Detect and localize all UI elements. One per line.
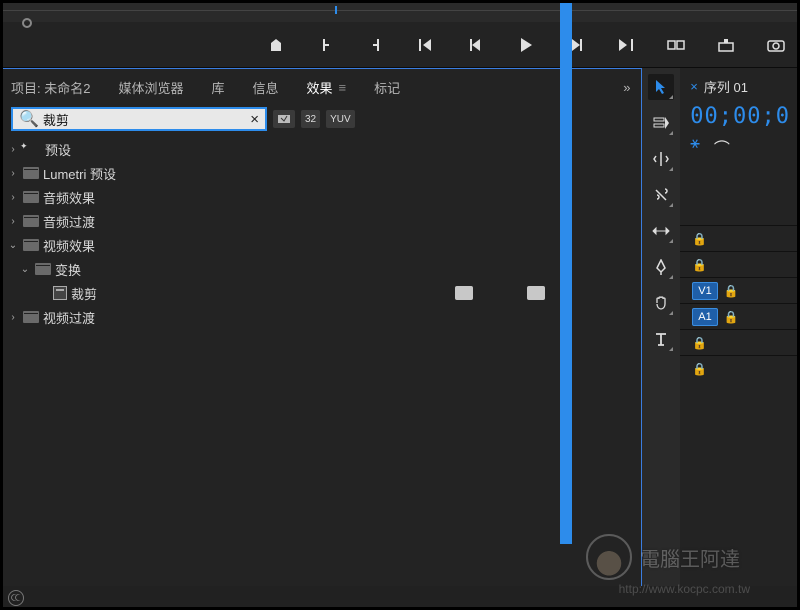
tab-markers[interactable]: 标记: [374, 78, 400, 97]
effects-panel: 项目: 未命名2 媒体浏览器 库 信息 效果 ≡ 标记 » 🔍 × 32 YUV…: [0, 68, 642, 610]
track-headers: 🔒 🔒 V1 🔒 A1 🔒 🔒 🔒: [680, 165, 800, 381]
track-header-a1[interactable]: A1 🔒: [680, 303, 800, 329]
lock-icon[interactable]: 🔒: [724, 284, 738, 298]
track-header[interactable]: 🔒: [680, 355, 800, 381]
track-target-a1[interactable]: A1: [692, 308, 717, 326]
32bit-filter[interactable]: 32: [301, 110, 320, 128]
accelerated-fx-filter[interactable]: [273, 110, 295, 128]
track-target-v1[interactable]: V1: [692, 282, 717, 300]
effects-search-input[interactable]: 🔍 ×: [11, 107, 267, 131]
timecode-display[interactable]: 00;00;0: [680, 104, 800, 129]
tree-lumetri[interactable]: ›Lumetri 预设: [1, 161, 641, 185]
pen-tool[interactable]: [648, 254, 674, 280]
ripple-edit-tool[interactable]: [648, 146, 674, 172]
play-button[interactable]: [516, 35, 536, 55]
insert-button[interactable]: [666, 35, 686, 55]
tab-library[interactable]: 库: [211, 78, 224, 97]
tree-audio-effects[interactable]: ›音频效果: [1, 185, 641, 209]
track-header[interactable]: 🔒: [680, 251, 800, 277]
type-tool[interactable]: [648, 326, 674, 352]
sequence-tab[interactable]: 序列 01: [704, 77, 748, 96]
track-select-tool[interactable]: [648, 110, 674, 136]
tree-audio-transitions[interactable]: ›音频过渡: [1, 209, 641, 233]
add-marker-button[interactable]: [266, 35, 286, 55]
lock-icon[interactable]: 🔒: [692, 362, 706, 376]
selection-tool[interactable]: [648, 74, 674, 100]
timeline-panel: × 序列 01 00;00;0 ⚹ ⌒ 🔒 🔒 V1 🔒 A1 🔒 🔒 🔒: [680, 68, 800, 610]
folder-icon: [23, 239, 39, 251]
folder-icon: [23, 191, 39, 203]
tab-info[interactable]: 信息: [253, 78, 279, 97]
lock-icon[interactable]: 🔒: [724, 310, 738, 324]
clip-start-marker[interactable]: [335, 6, 337, 14]
tree-video-transitions[interactable]: ›视频过渡: [1, 305, 641, 329]
tab-effects[interactable]: 效果 ≡: [307, 78, 347, 97]
watermark-url: http://www.kocpc.com.tw: [619, 582, 750, 596]
player-controls: [0, 22, 800, 68]
tree-crop-effect[interactable]: 裁剪: [1, 281, 641, 305]
tab-project[interactable]: 项目: 未命名2: [11, 78, 90, 97]
creative-cloud-icon[interactable]: [8, 590, 24, 606]
lock-icon[interactable]: 🔒: [692, 336, 706, 350]
panel-tabs: 项目: 未命名2 媒体浏览器 库 信息 效果 ≡ 标记 »: [1, 69, 641, 105]
hand-tool[interactable]: [648, 290, 674, 316]
effects-search-row: 🔍 × 32 YUV: [1, 105, 641, 133]
playhead[interactable]: [560, 2, 572, 544]
close-sequence-button[interactable]: ×: [690, 79, 698, 94]
slip-tool[interactable]: [648, 218, 674, 244]
timeline-options: ⚹ ⌒: [680, 129, 800, 165]
track-header[interactable]: 🔒: [680, 329, 800, 355]
tree-presets[interactable]: ›✦预设: [1, 137, 641, 161]
effects-tree: ›✦预设 ›Lumetri 预设 ›音频效果 ›音频过渡 ⌄视频效果 ⌄变换 裁…: [1, 133, 641, 609]
lock-icon[interactable]: 🔒: [692, 258, 706, 272]
clear-search-button[interactable]: ×: [250, 111, 259, 128]
folder-icon: [23, 311, 39, 323]
track-header-v1[interactable]: V1 🔒: [680, 277, 800, 303]
mark-in-button[interactable]: [316, 35, 336, 55]
tree-video-effects[interactable]: ⌄视频效果: [1, 233, 641, 257]
go-to-out-button[interactable]: [616, 35, 636, 55]
linked-selection-toggle[interactable]: ⌒: [714, 135, 730, 159]
timeline-ruler[interactable]: [0, 0, 800, 22]
lock-icon[interactable]: 🔒: [692, 232, 706, 246]
export-frame-button[interactable]: [766, 35, 786, 55]
timeline-tabs: × 序列 01: [680, 68, 800, 104]
snap-toggle[interactable]: ⚹: [690, 135, 700, 159]
go-to-in-button[interactable]: [416, 35, 436, 55]
razor-tool[interactable]: [648, 182, 674, 208]
panel-overflow-button[interactable]: »: [623, 80, 630, 95]
tree-transform[interactable]: ⌄变换: [1, 257, 641, 281]
toolbar: [642, 68, 681, 610]
yuv-badge: [527, 286, 545, 300]
in-out-indicator[interactable]: [22, 18, 32, 28]
search-icon: 🔍: [19, 109, 39, 129]
folder-icon: [35, 263, 51, 275]
track-header[interactable]: 🔒: [680, 225, 800, 251]
overwrite-button[interactable]: [716, 35, 736, 55]
folder-icon: [23, 167, 39, 179]
effect-icon: [53, 286, 67, 300]
tab-media-browser[interactable]: 媒体浏览器: [118, 78, 183, 97]
effects-search-field[interactable]: [43, 112, 250, 127]
folder-icon: [23, 215, 39, 227]
mark-out-button[interactable]: [366, 35, 386, 55]
step-back-button[interactable]: [466, 35, 486, 55]
accelerated-badge: [455, 286, 473, 300]
yuv-filter[interactable]: YUV: [326, 110, 355, 128]
